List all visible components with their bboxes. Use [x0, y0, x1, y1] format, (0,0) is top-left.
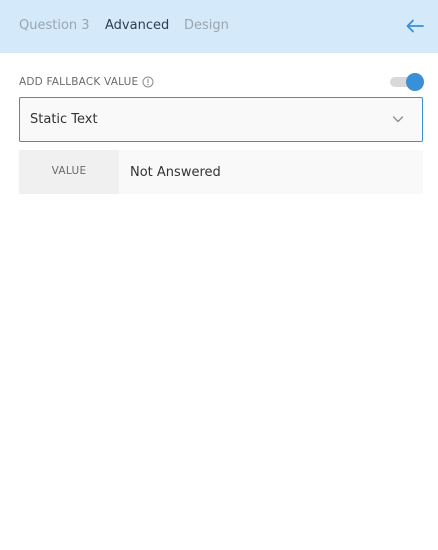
toggle-knob [406, 73, 424, 91]
tab-question-3[interactable]: Question 3 [19, 0, 90, 53]
fallback-label: ADD FALLBACK VALUE [19, 76, 139, 88]
tab-design[interactable]: Design [184, 0, 229, 53]
fallback-toggle[interactable] [390, 73, 424, 91]
panel-header: Question 3 Advanced Design [0, 0, 438, 53]
info-icon[interactable] [142, 76, 154, 88]
select-value: Static Text [30, 112, 98, 127]
fallback-value-row: VALUE [19, 150, 423, 194]
value-label: VALUE [19, 150, 119, 194]
fallback-type-select[interactable]: Static Text [19, 97, 423, 142]
arrow-left-icon [406, 19, 424, 33]
fallback-value-input[interactable] [119, 150, 423, 194]
chevron-down-icon [392, 116, 404, 123]
back-button[interactable] [402, 14, 428, 38]
tab-advanced[interactable]: Advanced [105, 0, 169, 53]
